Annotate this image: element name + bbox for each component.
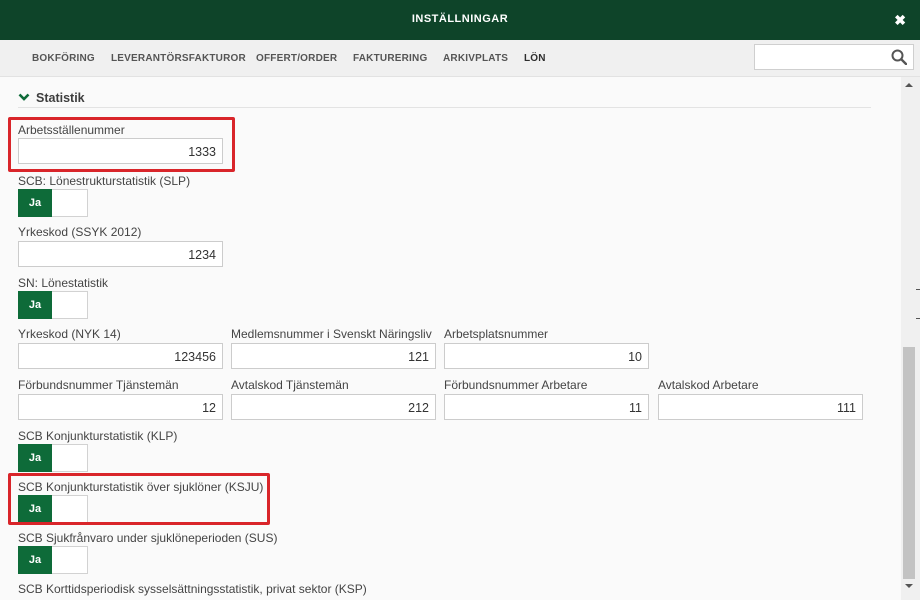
settings-content: Statistik Arbetsställenummer 1333 SCB: L… [0,77,901,600]
sus-label: SCB Sjukfrånvaro under sjuklöneperioden … [18,531,278,545]
avtalskod-tjansteman-label: Avtalskod Tjänstemän [231,378,349,392]
scrollbar-thumb[interactable] [903,347,915,579]
chevron-down-icon [18,93,30,101]
scroll-down-icon[interactable] [904,581,914,591]
highlight-ksju [8,473,270,525]
arbetsplatsnummer-label: Arbetsplatsnummer [444,327,549,341]
medlemsnummer-label: Medlemsnummer i Svenskt Näringsliv [231,327,432,341]
tab-arkivplats[interactable]: ARKIVPLATS [443,53,508,64]
medlemsnummer-field[interactable]: 121 [231,343,436,369]
slp-label: SCB: Lönestrukturstatistik (SLP) [18,174,191,188]
sn-lonestatistik-toggle[interactable]: Ja [18,291,88,319]
arbetsplatsnummer-field[interactable]: 10 [444,343,649,369]
yrkeskod-nyk-field[interactable]: 123456 [18,343,223,369]
search-input[interactable] [761,46,895,70]
tab-lon[interactable]: LÖN [522,53,548,79]
toggle-on-label: Ja [18,189,52,217]
klp-label: SCB Konjunkturstatistik (KLP) [18,429,178,443]
slp-toggle[interactable]: Ja [18,189,88,217]
highlight-arbetsstallenummer [8,117,235,172]
forbundsnummer-arbetare-field[interactable]: 11 [444,394,649,420]
close-icon[interactable]: ✖ [894,12,906,29]
toggle-on-label: Ja [18,546,52,574]
section-header-statistik[interactable]: Statistik [18,91,85,105]
window-edge-mark [916,318,920,319]
sn-lonestatistik-label: SN: Lönestatistik [18,276,109,290]
forbundsnummer-tjansteman-field[interactable]: 12 [18,394,223,420]
search-icon[interactable] [891,49,907,65]
tab-offert-order[interactable]: OFFERT/ORDER [256,53,337,64]
tab-leverantorsfakturor[interactable]: LEVERANTÖRSFAKTUROR [111,53,246,64]
window-edge-mark [916,289,920,290]
toggle-on-label: Ja [18,444,52,472]
search-box [754,44,914,70]
scroll-up-icon[interactable] [904,80,914,90]
section-divider [18,107,871,108]
sus-toggle[interactable]: Ja [18,546,88,574]
tab-bokforing[interactable]: BOKFÖRING [32,53,95,64]
avtalskod-arbetare-label: Avtalskod Arbetare [658,378,759,392]
dialog-header: INSTÄLLNINGAR ✖ [0,0,920,40]
forbundsnummer-tjansteman-label: Förbundsnummer Tjänstemän [18,378,179,392]
tab-fakturering[interactable]: FAKTURERING [353,53,427,64]
dialog-title: INSTÄLLNINGAR [411,13,509,25]
avtalskod-arbetare-field[interactable]: 111 [658,394,863,420]
klp-toggle[interactable]: Ja [18,444,88,472]
yrkeskod-ssyk-field[interactable]: 1234 [18,241,223,267]
ksp-label: SCB Korttidsperiodisk sysselsättningssta… [18,582,367,596]
forbundsnummer-arbetare-label: Förbundsnummer Arbetare [444,378,588,392]
avtalskod-tjansteman-field[interactable]: 212 [231,394,436,420]
yrkeskod-ssyk-label: Yrkeskod (SSYK 2012) [18,225,142,239]
section-title: Statistik [36,91,85,105]
yrkeskod-nyk-label: Yrkeskod (NYK 14) [18,327,121,341]
toggle-on-label: Ja [18,291,52,319]
